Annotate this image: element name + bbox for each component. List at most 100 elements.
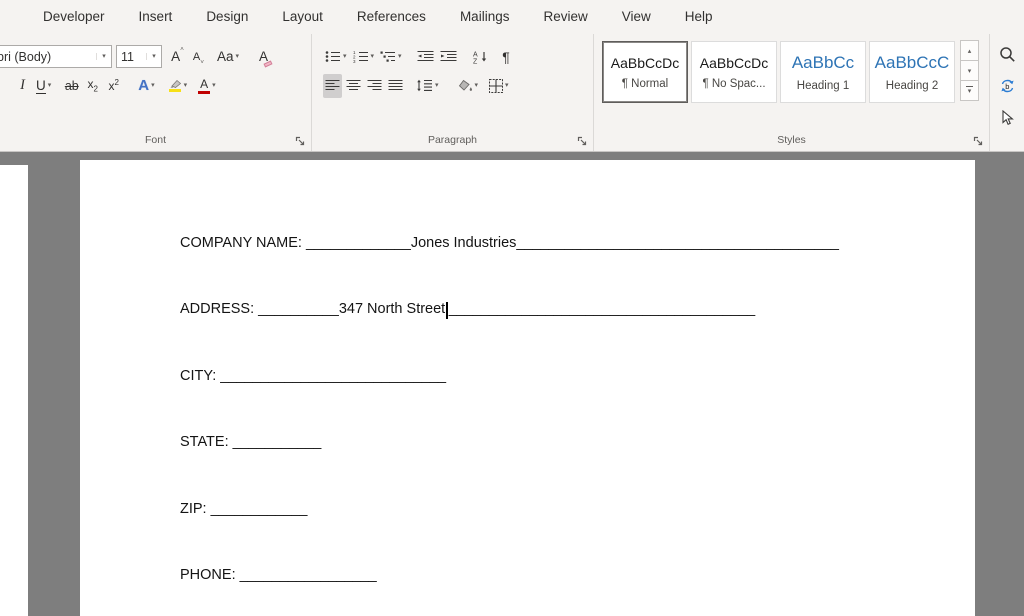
font-name-combobox[interactable]: bri (Body) ▾ [0, 45, 112, 68]
styles-gallery-scrollbar: ▴ ▾ ▾ [960, 41, 979, 101]
styles-scroll-down-button[interactable]: ▾ [960, 60, 979, 81]
address-label: ADDRESS: [180, 301, 254, 317]
increase-indent-button[interactable] [438, 45, 459, 69]
tab-review[interactable]: Review [526, 0, 604, 34]
zip-field: ZIP: ____________ [180, 501, 975, 567]
address-field: ADDRESS: __________347 North Street_____… [180, 301, 975, 367]
decrease-indent-button[interactable] [415, 45, 436, 69]
style-no-spacing[interactable]: AaBbCcDc ¶ No Spac... [691, 41, 777, 103]
decrease-indent-icon [417, 50, 434, 63]
blank-line: ______________________________________ [449, 301, 755, 317]
style-name: ¶ No Spac... [702, 78, 765, 90]
paragraph-group-label: Paragraph [428, 134, 477, 146]
bullet-list-icon [325, 50, 341, 63]
subscript-icon: x2 [88, 77, 98, 93]
styles-group-label: Styles [777, 134, 806, 146]
tab-references[interactable]: References [340, 0, 443, 34]
tab-mailings[interactable]: Mailings [443, 0, 527, 34]
svg-text:b: b [1005, 82, 1009, 91]
chevron-down-icon[interactable]: ▾ [146, 53, 161, 60]
blank-line: _____________ [302, 235, 411, 251]
text-highlight-button[interactable]: ▾ [166, 74, 190, 98]
borders-button[interactable]: ▾ [487, 74, 511, 98]
chevron-down-icon[interactable]: ▾ [96, 53, 111, 60]
font-size-combobox[interactable]: 11 ▾ [116, 45, 162, 68]
align-left-button[interactable] [323, 74, 342, 98]
style-heading-1[interactable]: AaBbCc Heading 1 [780, 41, 866, 103]
shrink-font-button[interactable]: A˅ [189, 45, 208, 69]
numbering-button[interactable]: 123 ▾ [351, 45, 377, 69]
company-name-label: COMPANY NAME: [180, 235, 302, 251]
text-cursor [446, 302, 448, 319]
grow-font-icon: A [171, 49, 180, 64]
paint-bucket-icon [458, 79, 473, 92]
tab-design[interactable]: Design [189, 0, 265, 34]
svg-text:Z: Z [473, 58, 478, 64]
text-effects-button[interactable]: A▾ [136, 74, 156, 98]
show-hide-marks-button[interactable]: ¶ [497, 45, 516, 69]
phone-label: PHONE: [180, 567, 236, 583]
address-value: 347 North Street [339, 301, 445, 317]
tab-help[interactable]: Help [668, 0, 730, 34]
strikethrough-button[interactable]: ab [62, 74, 81, 98]
find-button[interactable] [995, 43, 1019, 65]
document-page[interactable]: COMPANY NAME: _____________Jones Industr… [80, 160, 975, 616]
text-effects-icon: A [138, 77, 149, 94]
tab-view[interactable]: View [605, 0, 668, 34]
font-color-button[interactable]: A ▾ [196, 74, 218, 98]
select-button[interactable] [995, 107, 1019, 129]
document-canvas: COMPANY NAME: _____________Jones Industr… [0, 152, 1024, 616]
font-dialog-launcher[interactable] [295, 136, 306, 147]
styles-gallery-more-button[interactable]: ▾ [960, 80, 979, 101]
italic-icon: I [20, 77, 25, 94]
replace-icon: b [999, 78, 1016, 94]
line-spacing-button[interactable]: ▾ [414, 74, 441, 98]
underline-button[interactable]: U▾ [34, 74, 53, 98]
style-normal[interactable]: AaBbCcDc ¶ Normal [602, 41, 688, 103]
state-field: STATE: ___________ [180, 434, 975, 500]
italic-button[interactable]: I [13, 74, 32, 98]
sort-button[interactable]: AZ [470, 45, 490, 69]
shading-button[interactable]: ▾ [456, 74, 481, 98]
tab-layout[interactable]: Layout [265, 0, 340, 34]
font-group: bri (Body) ▾ 11 ▾ A˄ A˅ Aa▾ [0, 34, 312, 151]
font-color-icon: A [198, 78, 210, 94]
increase-indent-icon [440, 50, 457, 63]
blank-line: __________ [254, 301, 339, 317]
grow-font-button[interactable]: A˄ [168, 45, 187, 69]
style-heading-2[interactable]: AaBbCcC Heading 2 [869, 41, 955, 103]
align-left-icon [325, 79, 340, 92]
tab-insert[interactable]: Insert [122, 0, 190, 34]
blank-line: ____________ [207, 501, 308, 517]
align-right-button[interactable] [365, 74, 384, 98]
more-styles-icon: ▾ [966, 86, 973, 95]
style-preview: AaBbCcDc [700, 55, 768, 71]
subscript-button[interactable]: x2 [83, 74, 102, 98]
align-center-icon [346, 79, 361, 92]
strikethrough-icon: ab [65, 79, 79, 93]
paragraph-dialog-launcher[interactable] [577, 136, 588, 147]
superscript-button[interactable]: x2 [104, 74, 123, 98]
blank-line: ________________________________________ [516, 235, 839, 251]
font-size-value: 11 [117, 50, 144, 64]
align-center-button[interactable] [344, 74, 363, 98]
clear-formatting-button[interactable]: A [254, 45, 273, 69]
change-case-button[interactable]: Aa▾ [215, 45, 241, 69]
style-name: Heading 1 [797, 80, 849, 92]
styles-dialog-launcher[interactable] [973, 136, 984, 147]
font-group-label: Font [145, 134, 166, 146]
shrink-font-icon: A [193, 51, 200, 63]
sort-icon: AZ [472, 50, 488, 64]
justify-icon [388, 79, 403, 92]
styles-scroll-up-button[interactable]: ▴ [960, 40, 979, 61]
style-name: ¶ Normal [622, 78, 668, 90]
bullets-button[interactable]: ▾ [323, 45, 349, 69]
city-label: CITY: [180, 368, 216, 384]
zip-label: ZIP: [180, 501, 207, 517]
tab-developer[interactable]: Developer [26, 0, 122, 34]
left-pane-strip [0, 165, 28, 616]
blank-line: ___________ [229, 434, 322, 450]
replace-button[interactable]: b [995, 75, 1019, 97]
justify-button[interactable] [386, 74, 405, 98]
multilevel-list-button[interactable]: ▾ [378, 45, 404, 69]
